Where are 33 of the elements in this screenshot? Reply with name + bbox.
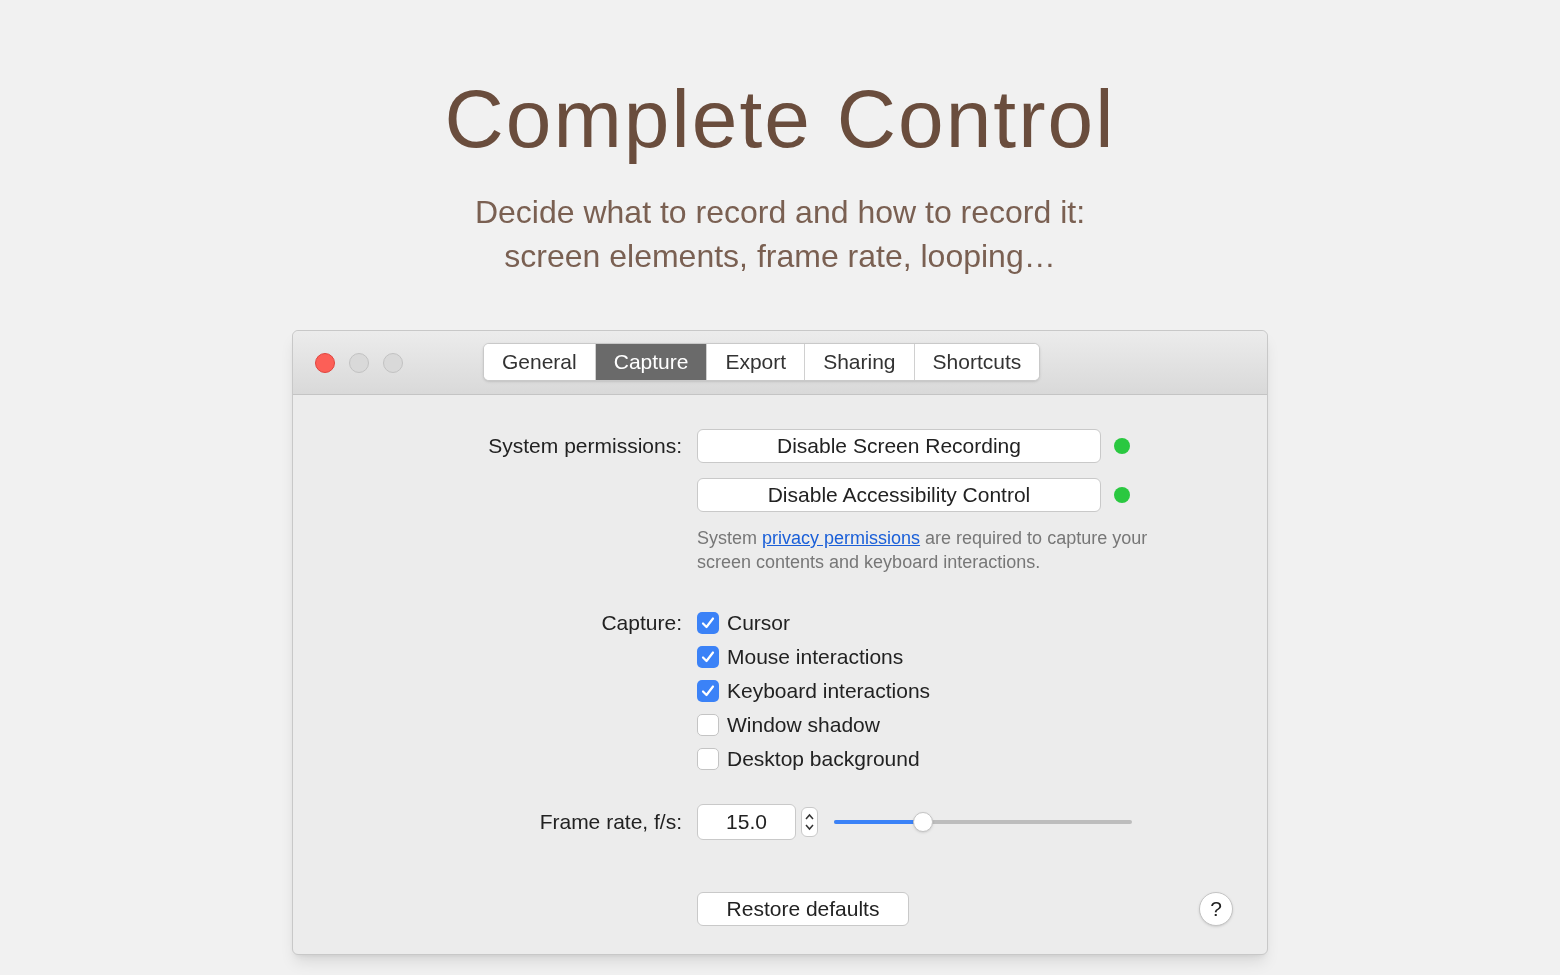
checkbox-label: Window shadow (727, 712, 880, 739)
hero-subtitle: Decide what to record and how to record it: (474, 193, 1086, 232)
check-icon (700, 683, 716, 699)
restore-defaults-button[interactable]: Restore defaults (697, 892, 909, 926)
help-button[interactable]: ? (1199, 892, 1233, 926)
check-icon (700, 615, 716, 631)
permission-button[interactable]: Disable Accessibility Control (697, 478, 1101, 512)
field-label: System permissions: (488, 433, 682, 459)
checkbox[interactable] (697, 646, 719, 668)
tab[interactable]: Shortcuts (913, 344, 1040, 380)
field-label: Frame rate, f/s: (539, 809, 682, 835)
frame-rate-field[interactable]: 15.0 (697, 804, 796, 840)
permissions-note: System privacy permissions are required to capture your screen contents and keyboard interactions. (697, 527, 1149, 574)
checkbox[interactable] (697, 748, 719, 770)
field-label: Capture: (601, 610, 682, 636)
checkbox-label: Cursor (727, 610, 790, 637)
checkbox[interactable] (697, 680, 719, 702)
close-button[interactable] (315, 352, 335, 373)
check-icon (700, 649, 716, 665)
checkbox-label: Desktop background (727, 746, 920, 773)
permission-button[interactable]: Disable Screen Recording (697, 429, 1101, 463)
tab[interactable]: Export (706, 344, 805, 380)
checkbox-label: Mouse interactions (727, 644, 904, 671)
tab[interactable]: Sharing (804, 344, 914, 380)
checkbox[interactable] (697, 612, 719, 634)
tab[interactable]: Capture (594, 344, 707, 380)
hero-subtitle: screen elements, frame rate, looping… (504, 237, 1056, 276)
tab[interactable]: General (484, 344, 595, 380)
checkbox-label: Keyboard interactions (727, 678, 931, 705)
privacy-permissions-link[interactable]: privacy permissions (762, 528, 921, 548)
checkbox[interactable] (697, 714, 719, 736)
slider-thumb[interactable] (913, 812, 934, 832)
stepper-icon[interactable] (801, 807, 818, 837)
